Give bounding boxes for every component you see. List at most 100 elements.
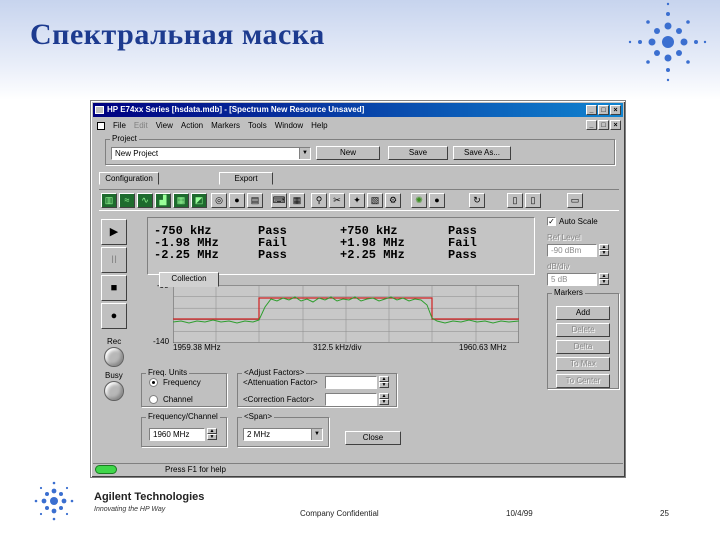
menu-tools[interactable]: Tools <box>248 121 267 130</box>
channel-radio[interactable] <box>149 395 158 404</box>
tab-configuration[interactable]: Configuration <box>99 172 159 185</box>
attenuation-label: <Attenuation Factor> <box>243 378 318 387</box>
autoscale-checkbox[interactable]: ✓ <box>547 217 556 226</box>
spectrum-plot[interactable] <box>173 285 519 343</box>
document-copy-icon[interactable]: ▯ <box>525 193 541 208</box>
display-icon[interactable]: ▭ <box>567 193 583 208</box>
confidential-label: Company Confidential <box>300 509 379 518</box>
menu-action[interactable]: Action <box>181 121 203 130</box>
menu-edit[interactable]: Edit <box>134 121 148 130</box>
bar-chart-icon[interactable]: ▥ <box>101 193 117 208</box>
save-as-button[interactable]: Save As... <box>453 146 511 160</box>
dot-icon[interactable]: ● <box>429 193 445 208</box>
record-button[interactable]: ● <box>101 303 127 329</box>
frequency-field[interactable]: 1960 MHz <box>149 428 205 441</box>
chevron-down-icon[interactable]: ▼ <box>299 148 310 159</box>
refresh-icon[interactable]: ↻ <box>469 193 485 208</box>
gauge-icon[interactable]: ◎ <box>211 193 227 208</box>
x-end-label: 1960.63 MHz <box>459 343 507 352</box>
attenuation-stepper[interactable]: ▲ ▼ <box>379 376 389 389</box>
busy-indicator <box>104 381 124 401</box>
result-offset-neg: -2.25 MHz <box>154 248 219 262</box>
result-status-neg: Pass <box>258 248 287 262</box>
ref-level-stepper[interactable]: ▲ ▼ <box>599 244 609 257</box>
frequency-radio[interactable] <box>149 378 158 387</box>
company-tagline: Innovating the HP Way <box>94 506 166 513</box>
signal-icon[interactable]: ◩ <box>191 193 207 208</box>
trace-icon[interactable]: ∿ <box>137 193 153 208</box>
app-icon[interactable] <box>95 106 104 114</box>
project-select-value: New Project <box>115 149 159 158</box>
doc-icon[interactable] <box>97 121 105 130</box>
add-marker-button[interactable]: Add <box>556 306 610 320</box>
save-button[interactable]: Save <box>388 146 448 160</box>
db-div-stepper[interactable]: ▲ ▼ <box>599 273 609 286</box>
menu-file[interactable]: File <box>113 121 126 130</box>
delta-marker-button[interactable]: Delta <box>556 340 610 354</box>
antenna-icon[interactable]: ⚲ <box>311 193 327 208</box>
result-status-pos: Pass <box>448 248 477 262</box>
minimize-button[interactable]: _ <box>586 105 597 115</box>
child-maximize-button[interactable]: □ <box>598 120 609 130</box>
settings-icon[interactable]: ⚙ <box>385 193 401 208</box>
to-center-button[interactable]: To Center <box>556 374 610 388</box>
menu-window[interactable]: Window <box>275 121 303 130</box>
ref-level-value: -90 dBm <box>551 246 582 255</box>
grid-icon[interactable]: ▦ <box>289 193 305 208</box>
map-icon[interactable]: ▧ <box>367 193 383 208</box>
correction-field[interactable] <box>325 393 377 406</box>
project-label: Project <box>110 134 139 143</box>
tab-export[interactable]: Export <box>219 172 273 185</box>
adjust-factors-label: <Adjust Factors> <box>242 368 307 377</box>
autoscale-label: Auto Scale <box>559 217 598 226</box>
menu-markers[interactable]: Markers <box>211 121 240 130</box>
channel-radio-label: Channel <box>163 395 193 404</box>
ref-level-label: Ref Level <box>547 233 581 242</box>
tab-collection[interactable]: Collection <box>159 272 219 287</box>
pause-button[interactable]: II <box>101 247 127 273</box>
stop-button[interactable]: ■ <box>101 275 127 301</box>
rec-label: Rec <box>107 337 122 346</box>
delete-marker-button[interactable]: Delete <box>556 323 610 337</box>
frequency-stepper[interactable]: ▲ ▼ <box>207 428 217 441</box>
x-div-label: 312.5 kHz/div <box>313 343 362 352</box>
computer-icon[interactable]: ⌨ <box>271 193 287 208</box>
spectrum-icon[interactable]: ≈ <box>119 193 135 208</box>
table-icon[interactable]: ▤ <box>247 193 263 208</box>
ref-level-field[interactable]: -90 dBm <box>547 244 597 257</box>
result-offset-pos: +2.25 MHz <box>340 248 405 262</box>
chevron-down-icon[interactable]: ▼ <box>311 429 322 440</box>
window-titlebar[interactable]: HP E74xx Series [hsdata.mdb] - [Spectrum… <box>93 103 623 117</box>
mask-icon[interactable]: ▟ <box>155 193 171 208</box>
tools-icon[interactable]: ✂ <box>329 193 345 208</box>
record-icon[interactable]: ● <box>229 193 245 208</box>
app-window: HP E74xx Series [hsdata.mdb] - [Spectrum… <box>90 100 626 478</box>
span-value: 2 MHz <box>247 430 271 439</box>
markers-label: Markers <box>552 288 585 297</box>
waterfall-icon[interactable]: ▦ <box>173 193 189 208</box>
play-button[interactable]: ▶ <box>101 219 127 245</box>
freq-units-label: Freq. Units <box>146 368 190 377</box>
document-icon[interactable]: ▯ <box>507 193 523 208</box>
attenuation-field[interactable] <box>325 376 377 389</box>
menu-view[interactable]: View <box>156 121 173 130</box>
db-div-field[interactable]: 5 dB <box>547 273 597 286</box>
correction-stepper[interactable]: ▲ ▼ <box>379 393 389 406</box>
span-select[interactable]: 2 MHz ▼ <box>243 428 323 441</box>
close-button[interactable]: Close <box>345 431 401 445</box>
project-select[interactable]: New Project ▼ <box>111 147 311 160</box>
status-bar: Press F1 for help <box>93 463 623 475</box>
window-title: HP E74xx Series [hsdata.mdb] - [Spectrum… <box>107 105 365 114</box>
to-max-button[interactable]: To Max <box>556 357 610 371</box>
maximize-button[interactable]: □ <box>598 105 609 115</box>
new-button[interactable]: New <box>316 146 380 160</box>
close-window-button[interactable]: × <box>610 105 621 115</box>
sun-icon[interactable]: ✺ <box>411 193 427 208</box>
menu-help[interactable]: Help <box>311 121 327 130</box>
frequency-channel-label: Frequency/Channel <box>146 412 220 421</box>
child-minimize-button[interactable]: _ <box>586 120 597 130</box>
wizard-icon[interactable]: ✦ <box>349 193 365 208</box>
slide-date: 10/4/99 <box>506 509 533 518</box>
menu-bar: File Edit View Action Markers Tools Wind… <box>93 119 623 132</box>
child-close-button[interactable]: × <box>610 120 621 130</box>
